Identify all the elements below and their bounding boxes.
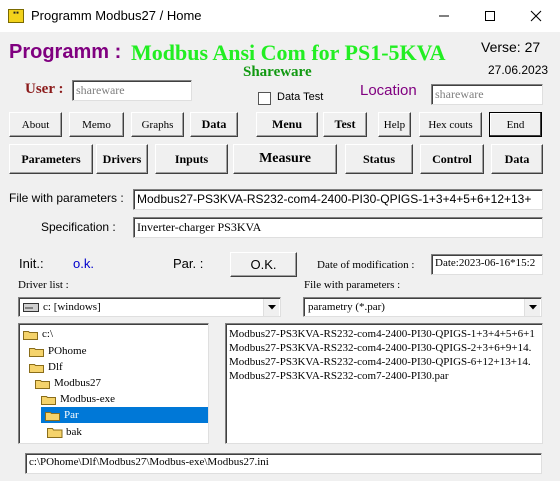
directory-item[interactable]: Dlf [29, 359, 206, 375]
hex-couts-button[interactable]: Hex couts [419, 112, 482, 137]
file-listbox[interactable]: Modbus27-PS3KVA-RS232-com4-2400-PI30-QPI… [225, 323, 543, 444]
data-test-label: Data Test [277, 91, 324, 103]
folder-closed-icon [47, 427, 63, 438]
directory-item-selected[interactable]: Par [41, 407, 208, 423]
directory-label: c:\ [42, 328, 53, 340]
folder-open-icon [45, 411, 60, 421]
parameters-button[interactable]: Parameters [9, 144, 93, 174]
user-field[interactable]: shareware [72, 80, 192, 101]
specification-label: Specification : [41, 220, 116, 234]
data-test-checkbox[interactable] [258, 92, 271, 105]
programm-label: Programm : [9, 41, 122, 63]
drivers-button[interactable]: Drivers [96, 144, 148, 174]
end-button[interactable]: End [489, 112, 542, 137]
folder-open-icon [29, 347, 44, 357]
directory-label: Par [64, 409, 79, 421]
chevron-down-icon[interactable] [263, 299, 279, 316]
file-item[interactable]: Modbus27-PS3KVA-RS232-com4-2400-PI30-QPI… [229, 328, 535, 340]
parameter-file-field[interactable]: Modbus27-PS3KVA-RS232-com4-2400-PI30-QPI… [133, 189, 543, 210]
file-filter-selected: parametry (*.par) [308, 301, 385, 313]
folder-open-icon [35, 379, 50, 389]
path-field[interactable]: c:\POhome\Dlf\Modbus27\Modbus-exe\Modbus… [25, 453, 542, 474]
version-label: Verse: 27 [481, 39, 541, 55]
close-button[interactable] [513, 0, 559, 32]
menu-button[interactable]: Menu [256, 112, 318, 137]
minimize-icon [439, 15, 449, 17]
directory-label: bak [66, 426, 82, 438]
driver-list-label: Driver list : [18, 279, 69, 291]
release-date: 27.06.2023 [488, 63, 549, 77]
file-filter-label: File with parameters : [304, 279, 401, 291]
maximize-button[interactable] [467, 0, 513, 32]
inputs-button[interactable]: Inputs [155, 144, 228, 174]
minimize-button[interactable] [421, 0, 467, 32]
directory-item[interactable]: POhome [29, 343, 206, 359]
driver-selected: c: [windows] [43, 301, 101, 313]
location-label: Location [360, 82, 417, 99]
date-modification-field[interactable]: Date:2023-06-16*15:2 [431, 254, 543, 275]
measure-button[interactable]: Measure [233, 144, 337, 174]
location-field[interactable]: shareware [431, 84, 543, 105]
file-item[interactable]: Modbus27-PS3KVA-RS232-com4-2400-PI30-QPI… [229, 342, 531, 354]
directory-item[interactable]: c:\ [23, 326, 206, 342]
directory-label: Modbus-exe [60, 393, 115, 405]
maximize-icon [485, 11, 495, 21]
file-item[interactable]: Modbus27-PS3KVA-RS232-com7-2400-PI30.par [229, 370, 449, 382]
window-title: Programm Modbus27 / Home [31, 8, 202, 23]
folder-open-icon [29, 363, 44, 373]
control-button[interactable]: Control [420, 144, 484, 174]
about-button[interactable]: About [9, 112, 62, 137]
directory-item[interactable]: bak [47, 424, 206, 440]
par-label: Par. : [173, 256, 204, 271]
file-filter-combobox[interactable]: parametry (*.par) [303, 297, 542, 317]
program-title: Modbus Ansi Com for PS1-5KVA [131, 40, 446, 65]
folder-open-icon [23, 330, 38, 340]
drive-icon [23, 303, 39, 312]
test-button[interactable]: Test [323, 112, 367, 137]
driver-list-combobox[interactable]: c: [windows] [18, 297, 281, 317]
init-label: Init.: [19, 256, 44, 271]
data-small-button[interactable]: Data [190, 112, 238, 137]
help-button[interactable]: Help [378, 112, 411, 137]
user-label: User : [25, 81, 64, 97]
file-with-parameters-label: File with parameters : [9, 191, 124, 205]
memo-button[interactable]: Memo [69, 112, 124, 137]
edition-label: Shareware [243, 64, 312, 80]
specification-field[interactable]: Inverter-charger PS3KVA [133, 217, 543, 238]
directory-item[interactable]: Modbus27 [35, 375, 206, 391]
status-button[interactable]: Status [345, 144, 413, 174]
file-item[interactable]: Modbus27-PS3KVA-RS232-com4-2400-PI30-QPI… [229, 356, 531, 368]
graphs-button[interactable]: Graphs [131, 112, 184, 137]
ok-button[interactable]: O.K. [230, 252, 297, 277]
directory-item[interactable]: Modbus-exe [41, 391, 206, 407]
app-icon[interactable]: ▪▪ [8, 9, 24, 23]
folder-open-icon [41, 395, 56, 405]
init-value: o.k. [73, 256, 94, 271]
date-modification-label: Date of modification : [317, 259, 415, 271]
chevron-down-icon[interactable] [524, 299, 540, 316]
directory-label: POhome [48, 345, 87, 357]
directory-label: Modbus27 [54, 377, 102, 389]
directory-label: Dlf [48, 361, 63, 373]
data-main-button[interactable]: Data [491, 144, 543, 174]
directory-listbox[interactable]: c:\ POhome Dlf Modbus27 Modbus-exe Par b… [18, 323, 209, 444]
close-icon [530, 10, 542, 22]
